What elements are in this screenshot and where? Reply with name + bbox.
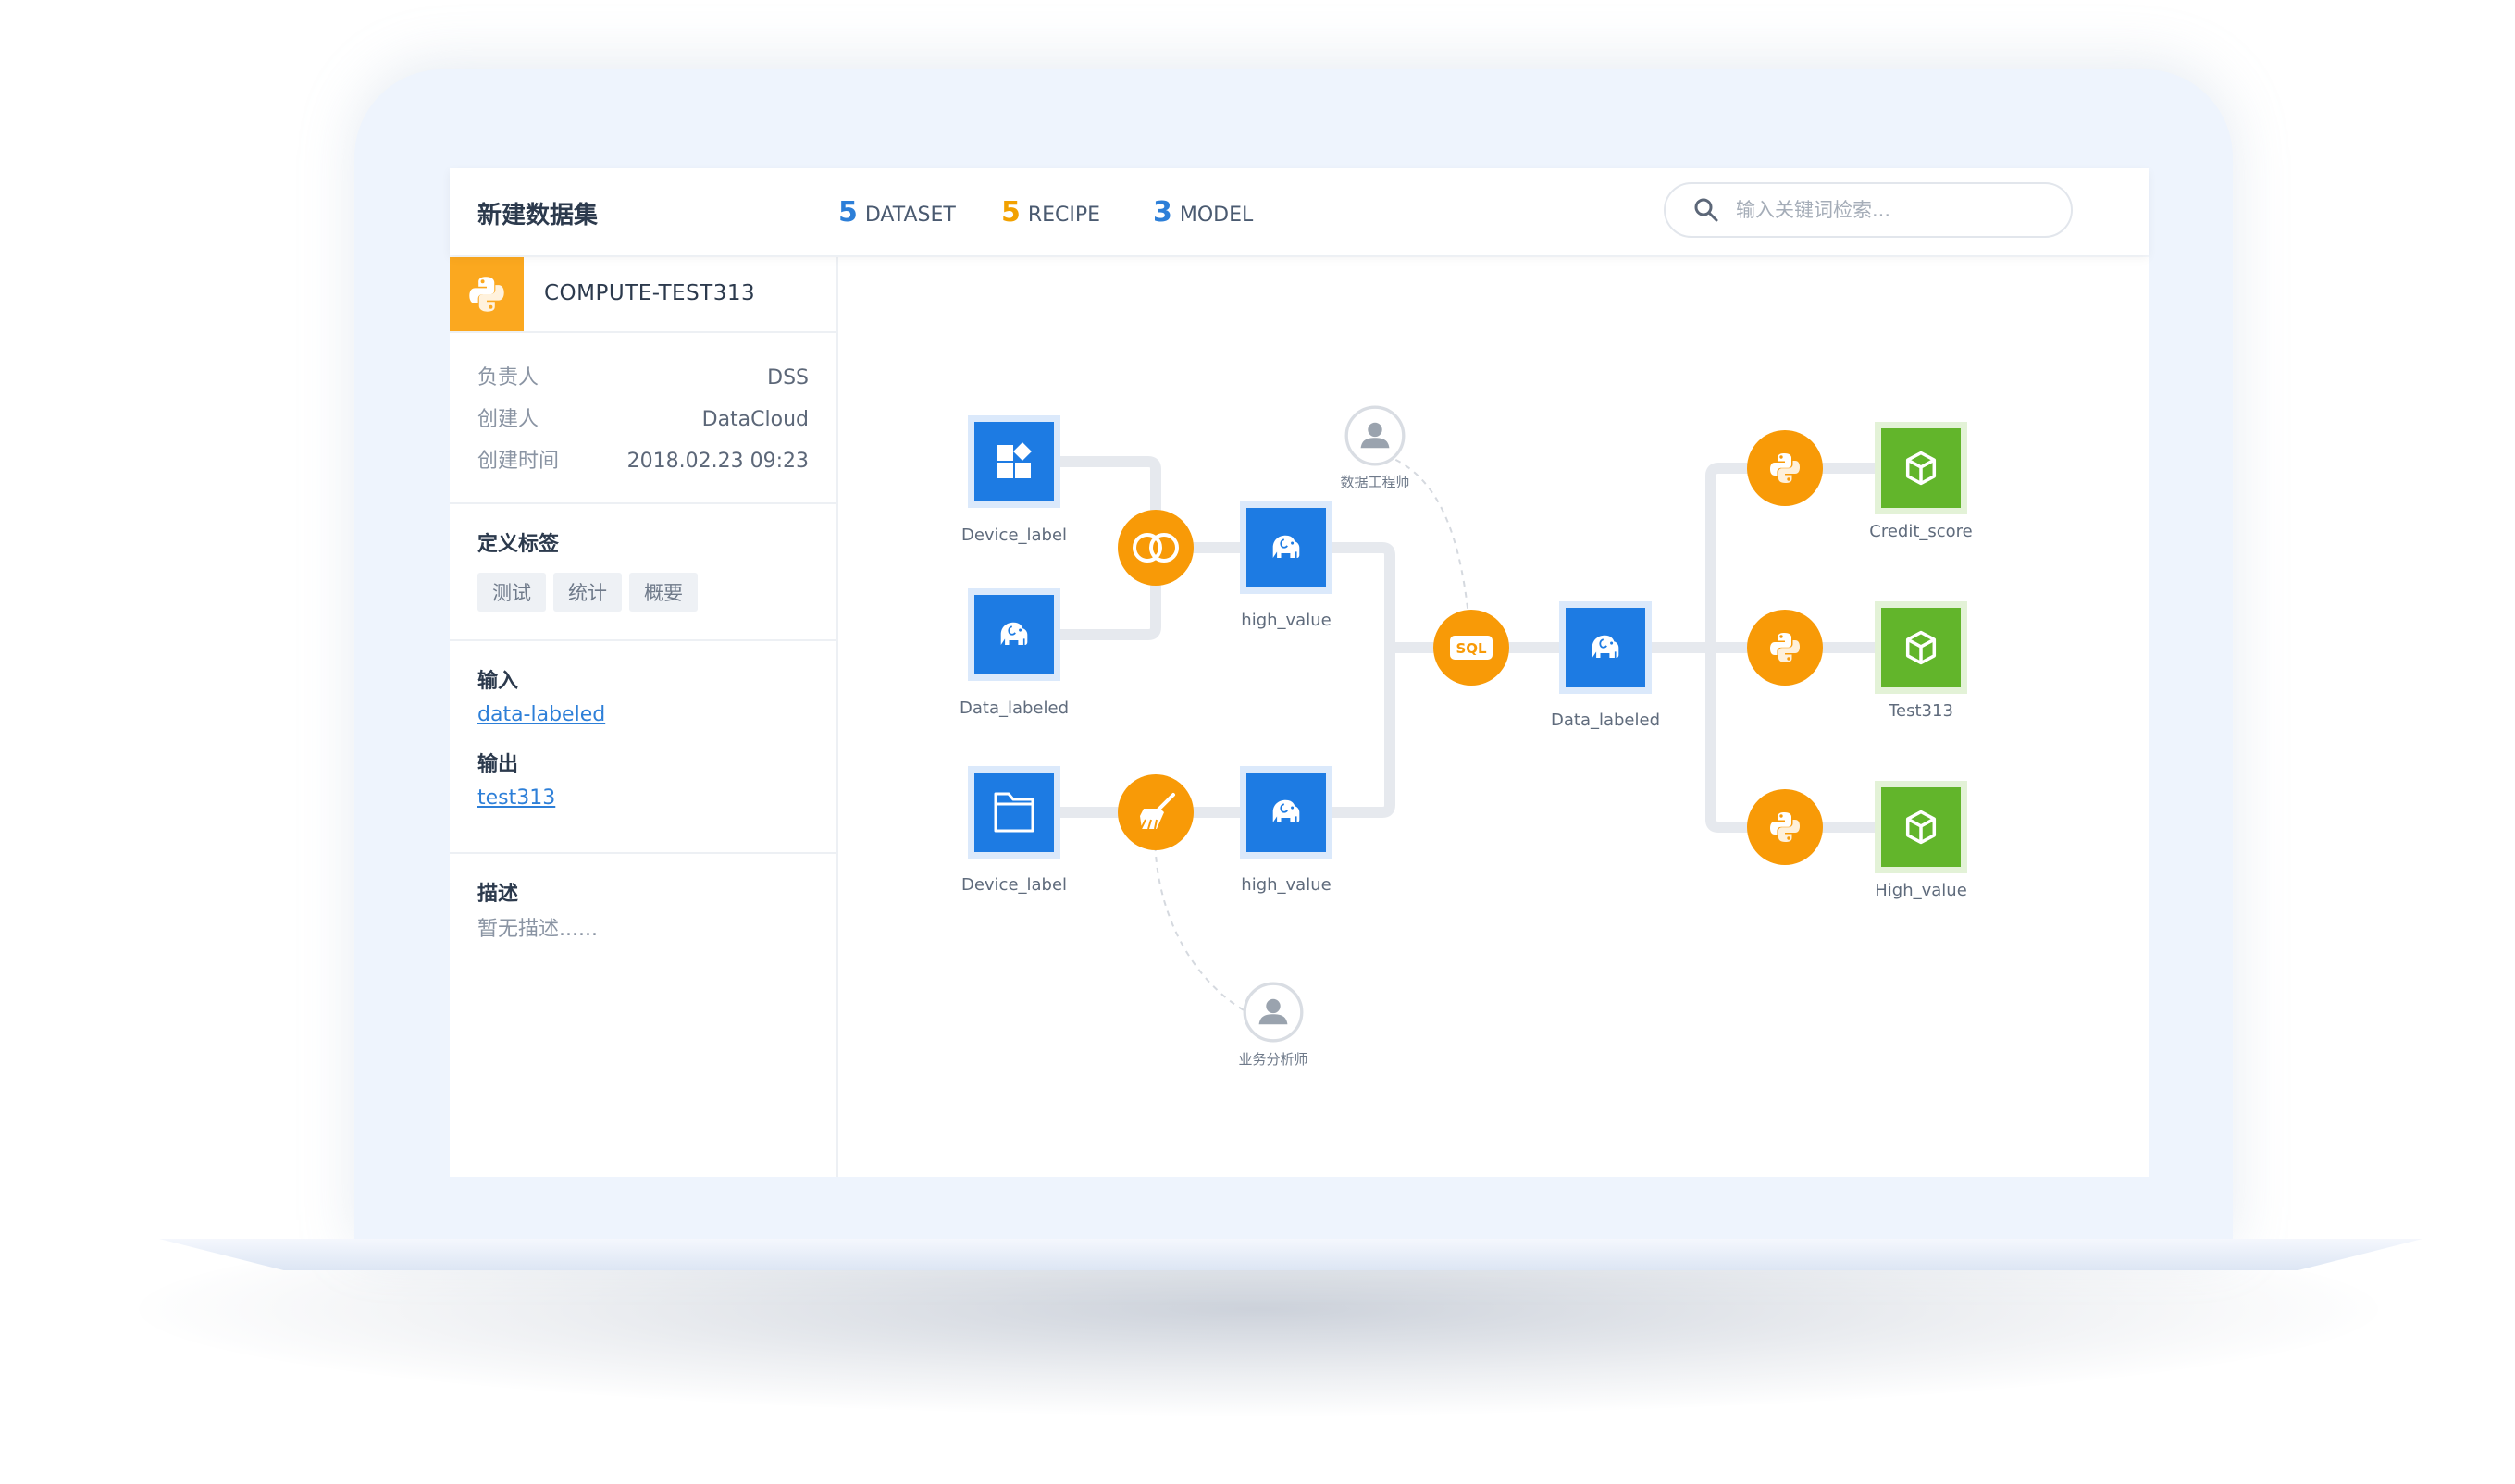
label-high-value-model: High_value (1875, 881, 1967, 900)
recipe-detail-panel: COMPUTE-TEST313 负责人 DSS 创建人 DataCloud 创建… (450, 257, 838, 1177)
label-data-engineer: 数据工程师 (1340, 474, 1410, 490)
model-count[interactable]: 3 MODEL (1153, 196, 1253, 229)
dataset-node-high-value-2[interactable] (1240, 766, 1332, 859)
search-input[interactable] (1734, 198, 2043, 222)
model-count-label: MODEL (1179, 204, 1254, 227)
input-title: 输入 (477, 670, 519, 693)
tag-item[interactable]: 测试 (477, 573, 546, 612)
app-screen: 新建数据集 5 DATASET 5 RECIPE 3 MODEL 输入关键词检索… (450, 168, 2149, 1177)
tag-list: 测试 统计 概要 (477, 573, 809, 612)
recipe-node-python-top[interactable] (1747, 430, 1823, 506)
recipe-name: COMPUTE-TEST313 (544, 281, 756, 305)
meta-creator: 创建人 DataCloud (477, 399, 809, 440)
recipe-count[interactable]: 5 RECIPE (1001, 196, 1100, 229)
model-node-high-value[interactable] (1875, 781, 1967, 873)
label-high-value: high_value (1241, 611, 1332, 630)
dataset-count-label: DATASET (864, 204, 956, 227)
model-count-number: 3 (1153, 196, 1172, 229)
tag-item[interactable]: 概要 (629, 573, 698, 612)
model-node-credit-score[interactable] (1875, 422, 1967, 514)
description-text: 暂无描述...... (477, 918, 598, 941)
io-section: 输入 data-labeled 输出 test313 (450, 641, 836, 854)
meta-owner-value: DSS (767, 366, 809, 390)
search-box (1664, 182, 2073, 238)
sql-icon: SQL (1456, 640, 1487, 657)
top-header: 新建数据集 5 DATASET 5 RECIPE 3 MODEL (450, 168, 2149, 255)
meta-creator-value: DataCloud (701, 408, 809, 431)
label-credit-score: Credit_score (1869, 522, 1973, 541)
dataset-node-data-labeled[interactable] (968, 588, 1060, 681)
label-device-label-2: Device_label (960, 875, 1068, 895)
label-data-labeled: Data_labeled (959, 699, 1070, 718)
meta-created-time-label: 创建时间 (477, 450, 560, 473)
meta-created-time-value: 2018.02.23 09:23 (626, 450, 809, 473)
label-device-label: Device_label (960, 526, 1068, 545)
dataset-node-data-labeled-2[interactable] (1559, 601, 1652, 694)
description-section: 描述 暂无描述...... (450, 854, 836, 976)
meta-owner: 负责人 DSS (477, 357, 809, 399)
tags-title: 定义标签 (477, 533, 560, 556)
label-test313: Test313 (1889, 701, 1953, 721)
tags-section: 定义标签 测试 统计 概要 (450, 504, 836, 641)
label-high-value-2: high_value (1241, 875, 1332, 895)
dataset-count-number: 5 (838, 196, 858, 229)
data-engineer-avatar[interactable] (1344, 405, 1406, 466)
flow-canvas[interactable]: SQL Device_label Data_labeled high_value… (838, 257, 2149, 1177)
model-node-test313[interactable] (1875, 601, 1967, 694)
label-business-analyst: 业务分析师 (1238, 1051, 1308, 1068)
output-title: 输出 (477, 753, 519, 776)
meta-creator-label: 创建人 (477, 408, 539, 431)
recipe-count-label: RECIPE (1027, 204, 1101, 227)
meta-owner-label: 负责人 (477, 366, 539, 390)
python-icon (450, 257, 524, 331)
recipe-meta: 负责人 DSS 创建人 DataCloud 创建时间 2018.02.23 09… (450, 333, 836, 504)
meta-created-time: 创建时间 2018.02.23 09:23 (477, 440, 809, 482)
recipe-count-number: 5 (1001, 196, 1021, 229)
search-icon (1694, 198, 1718, 222)
recipe-node-sql[interactable]: SQL (1433, 610, 1509, 686)
dataset-node-device-label[interactable] (968, 415, 1060, 508)
dataset-node-high-value[interactable] (1240, 501, 1332, 594)
description-title: 描述 (477, 883, 519, 906)
tag-item[interactable]: 统计 (553, 573, 622, 612)
page-title: 新建数据集 (477, 202, 599, 229)
recipe-node-clean[interactable] (1118, 774, 1194, 850)
dataset-count[interactable]: 5 DATASET (838, 196, 956, 229)
output-link[interactable]: test313 (477, 782, 809, 815)
dataset-node-device-label-2[interactable] (968, 766, 1060, 859)
input-link[interactable]: data-labeled (477, 699, 809, 732)
recipe-node-python-mid[interactable] (1747, 610, 1823, 686)
recipe-node-join[interactable] (1118, 510, 1194, 586)
label-data-labeled-2: Data_labeled (1550, 711, 1661, 730)
business-analyst-avatar[interactable] (1243, 982, 1304, 1043)
recipe-header: COMPUTE-TEST313 (450, 257, 836, 333)
laptop-base (159, 1239, 2422, 1270)
recipe-node-python-bottom[interactable] (1747, 789, 1823, 865)
